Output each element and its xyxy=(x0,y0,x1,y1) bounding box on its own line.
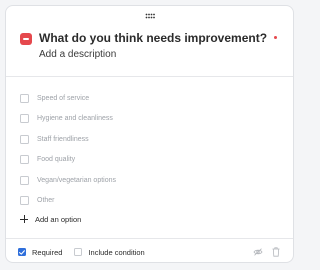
plus-icon xyxy=(20,215,28,223)
divider xyxy=(6,238,293,239)
divider xyxy=(6,76,293,77)
required-checkbox[interactable] xyxy=(18,248,26,256)
question-description[interactable]: Add a description xyxy=(39,49,116,60)
option-checkbox[interactable] xyxy=(20,134,29,144)
add-option-label: Add an option xyxy=(35,214,82,224)
option-checkbox[interactable] xyxy=(20,175,29,185)
option-checkbox[interactable] xyxy=(20,155,29,165)
option-label[interactable]: Hygiene and cleanliness xyxy=(37,115,113,122)
question-card: What do you think needs improvement? Add… xyxy=(5,5,294,263)
required-label[interactable]: Required xyxy=(32,248,62,257)
question-type-icon xyxy=(20,33,32,45)
option-checkbox[interactable] xyxy=(20,196,29,206)
option-item[interactable]: Speed of service xyxy=(20,88,270,109)
trash-icon[interactable] xyxy=(271,247,281,257)
option-label[interactable]: Vegan/vegetarian options xyxy=(37,177,116,184)
option-checkbox[interactable] xyxy=(20,93,29,103)
option-item[interactable]: Vegan/vegetarian options xyxy=(20,170,270,191)
option-item[interactable]: Hygiene and cleanliness xyxy=(20,109,270,130)
include-condition-label[interactable]: Include condition xyxy=(88,248,144,257)
option-label[interactable]: Speed of service xyxy=(37,95,89,102)
options-list: Speed of service Hygiene and cleanliness… xyxy=(20,88,270,211)
add-option-button[interactable]: Add an option xyxy=(20,214,81,224)
option-label[interactable]: Other xyxy=(37,197,55,204)
visibility-off-icon[interactable] xyxy=(253,247,263,257)
drag-handle-icon[interactable] xyxy=(145,13,155,19)
option-item[interactable]: Food quality xyxy=(20,150,270,171)
option-label[interactable]: Staff friendliness xyxy=(37,136,89,143)
check-icon xyxy=(19,249,25,255)
include-condition-checkbox[interactable] xyxy=(74,248,83,256)
option-item[interactable]: Staff friendliness xyxy=(20,129,270,150)
question-footer: Required Include condition xyxy=(18,245,281,259)
required-indicator xyxy=(274,36,277,39)
option-item[interactable]: Other xyxy=(20,191,270,212)
option-checkbox[interactable] xyxy=(20,114,29,124)
question-title[interactable]: What do you think needs improvement? xyxy=(39,31,267,45)
option-label[interactable]: Food quality xyxy=(37,156,75,163)
